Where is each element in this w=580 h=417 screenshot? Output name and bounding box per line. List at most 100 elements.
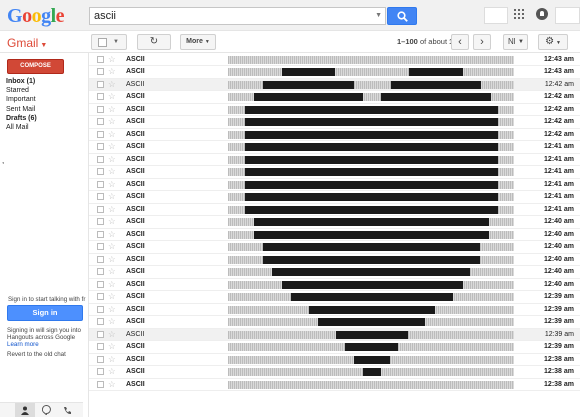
mail-row[interactable]: ☆ ASCII 12:40 am [89,228,580,241]
star-icon[interactable]: ☆ [108,329,116,340]
star-icon[interactable]: ☆ [108,66,116,77]
star-icon[interactable]: ☆ [108,116,116,127]
star-icon[interactable]: ☆ [108,179,116,190]
row-checkbox[interactable] [97,380,104,388]
mail-row[interactable]: ☆ ASCII 12:41 am [89,166,580,179]
mail-row[interactable]: ☆ ASCII 12:40 am [89,278,580,291]
row-checkbox[interactable] [97,355,104,363]
row-checkbox[interactable] [97,243,104,250]
star-icon[interactable]: ☆ [108,354,116,365]
star-icon[interactable]: ☆ [108,129,116,140]
star-icon[interactable]: ☆ [108,216,116,227]
row-checkbox[interactable] [97,218,104,225]
star-icon[interactable]: ☆ [108,379,116,390]
account-placeholder[interactable] [555,7,580,24]
star-icon[interactable]: ☆ [108,204,116,215]
settings-button[interactable]: ⚙ ▼ [538,34,568,50]
mail-row[interactable]: ☆ ASCII 12:42 am [89,128,580,141]
sidebar-item-drafts[interactable]: Drafts (6) [6,114,37,123]
star-icon[interactable]: ☆ [108,341,116,352]
input-language-button[interactable]: Nl ▼ [503,34,528,50]
person-icon[interactable] [15,403,35,417]
mail-row[interactable]: ☆ ASCII 12:41 am [89,203,580,216]
mail-row[interactable]: ☆ ASCII 12:40 am [89,241,580,254]
sidebar-item-important[interactable]: Important [6,95,37,104]
mail-row[interactable]: ☆ ASCII 12:39 am [89,291,580,304]
row-checkbox[interactable] [97,255,104,263]
mail-row[interactable]: ☆ ASCII 12:41 am [89,141,580,154]
compose-button[interactable]: COMPOSE [7,59,64,74]
row-checkbox[interactable] [97,343,104,350]
star-icon[interactable]: ☆ [108,366,116,377]
row-checkbox[interactable] [97,305,104,313]
mail-row[interactable]: ☆ ASCII 12:39 am [89,328,580,341]
star-icon[interactable]: ☆ [108,241,116,252]
mail-row[interactable]: ☆ ASCII 12:40 am [89,216,580,229]
search-input[interactable] [94,8,364,24]
row-checkbox[interactable] [97,105,104,113]
search-options-icon[interactable]: ▼ [375,12,382,19]
chat-signin-button[interactable]: Sign in [7,305,83,321]
refresh-button[interactable]: ↻ [137,34,171,50]
phone-icon[interactable] [57,403,77,417]
row-checkbox[interactable] [97,118,104,125]
star-icon[interactable]: ☆ [108,254,116,265]
mail-row[interactable]: ☆ ASCII 12:40 am [89,253,580,266]
row-checkbox[interactable] [97,168,104,175]
row-checkbox[interactable] [97,143,104,150]
select-all-button[interactable]: ▼ [91,34,127,50]
star-icon[interactable]: ☆ [108,191,116,202]
hangouts-icon[interactable] [36,403,56,417]
mail-row[interactable]: ☆ ASCII 12:43 am [89,53,580,66]
search-box[interactable]: ▼ [89,7,386,25]
row-checkbox[interactable] [97,330,104,338]
notifications-icon[interactable] [536,8,548,20]
row-checkbox[interactable] [97,193,104,200]
mail-row[interactable]: ☆ ASCII 12:41 am [89,178,580,191]
mail-row[interactable]: ☆ ASCII 12:38 am [89,366,580,379]
learn-more-link[interactable]: Learn more [7,341,39,348]
revert-old-chat-link[interactable]: Revert to the old chat [7,351,66,358]
star-icon[interactable]: ☆ [108,104,116,115]
star-icon[interactable]: ☆ [108,154,116,165]
mail-row[interactable]: ☆ ASCII 12:42 am [89,91,580,104]
star-icon[interactable]: ☆ [108,229,116,240]
mail-row[interactable]: ☆ ASCII 12:42 am [89,116,580,129]
row-checkbox[interactable] [97,318,104,325]
row-checkbox[interactable] [97,205,104,213]
mail-row[interactable]: ☆ ASCII 12:42 am [89,103,580,116]
row-checkbox[interactable] [97,68,104,75]
mail-row[interactable]: ☆ ASCII 12:39 am [89,316,580,329]
apps-grid-icon[interactable] [514,9,524,19]
star-icon[interactable]: ☆ [108,166,116,177]
mail-row[interactable]: ☆ ASCII 12:41 am [89,191,580,204]
row-checkbox[interactable] [97,130,104,138]
row-checkbox[interactable] [97,368,104,375]
star-icon[interactable]: ☆ [108,54,116,65]
row-checkbox[interactable] [97,230,104,238]
star-icon[interactable]: ☆ [108,91,116,102]
mail-row[interactable]: ☆ ASCII 12:43 am [89,66,580,79]
row-checkbox[interactable] [97,80,104,88]
row-checkbox[interactable] [97,268,104,275]
star-icon[interactable]: ☆ [108,291,116,302]
star-icon[interactable]: ☆ [108,304,116,315]
mail-row[interactable]: ☆ ASCII 12:42 am [89,78,580,91]
search-button[interactable] [387,7,417,25]
newer-page-button[interactable]: › [473,34,491,50]
sidebar-item-starred[interactable]: Starred [6,86,37,95]
google-logo[interactable]: Google [7,5,65,28]
star-icon[interactable]: ☆ [108,316,116,327]
gmail-app-switcher[interactable]: Gmail ▼ [7,36,47,50]
sidebar-item-inbox[interactable]: Inbox (1) [6,77,37,86]
row-checkbox[interactable] [97,293,104,300]
star-icon[interactable]: ☆ [108,266,116,277]
mail-row[interactable]: ☆ ASCII 12:40 am [89,266,580,279]
row-checkbox[interactable] [97,155,104,163]
mail-row[interactable]: ☆ ASCII 12:38 am [89,353,580,366]
row-checkbox[interactable] [97,280,104,288]
sidebar-item-all-mail[interactable]: All Mail [6,123,37,132]
star-icon[interactable]: ☆ [108,79,116,90]
star-icon[interactable]: ☆ [108,279,116,290]
star-icon[interactable]: ☆ [108,141,116,152]
